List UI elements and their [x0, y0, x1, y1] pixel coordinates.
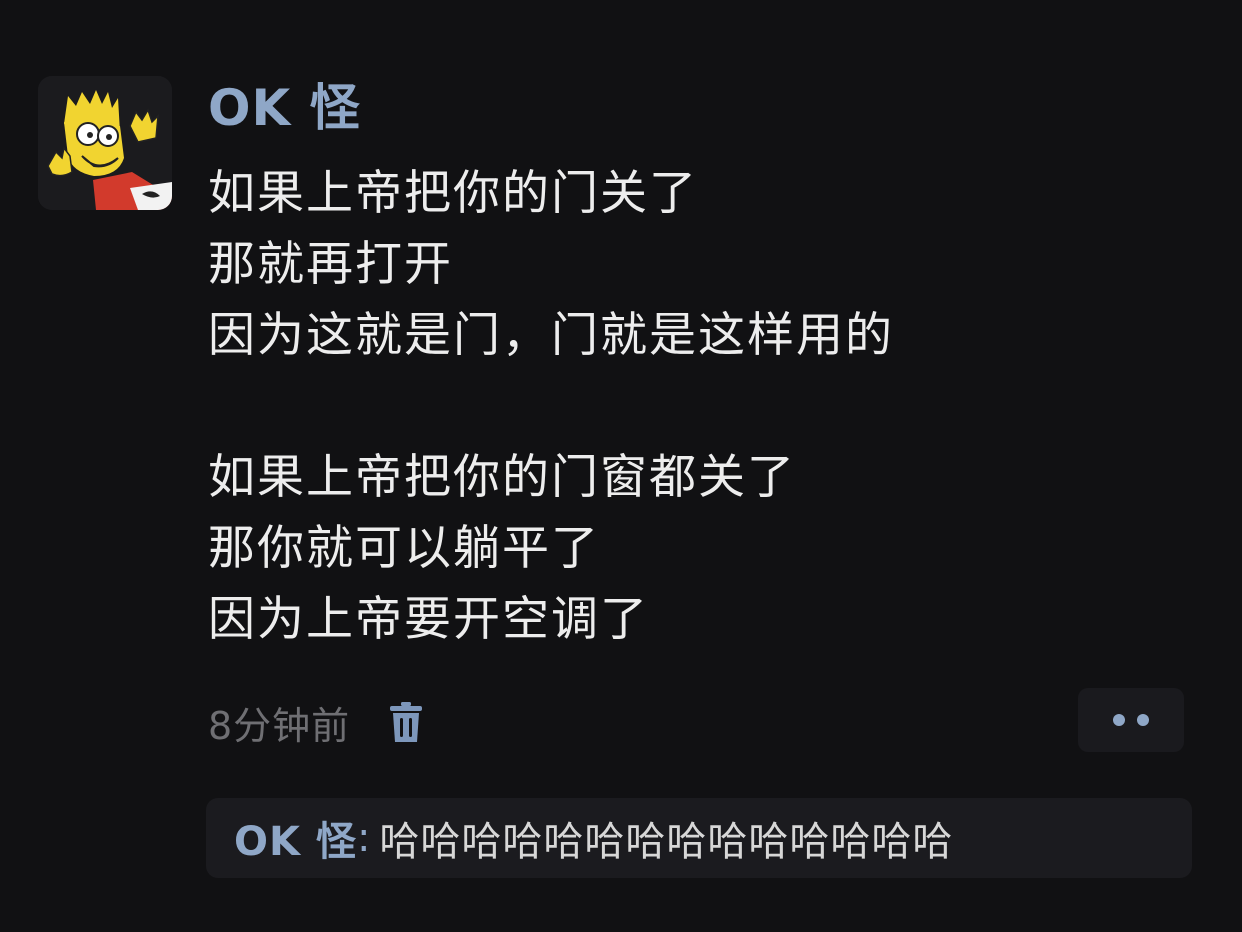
more-dots-icon: [1113, 714, 1125, 726]
post-line: 如果上帝把你的门窗都关了: [208, 450, 796, 505]
post-text: 如果上帝把你的门关了 那就再打开 因为这就是门，门就是这样用的 如果上帝把你的门…: [208, 158, 1208, 655]
more-dots-icon: [1137, 714, 1149, 726]
post-author[interactable]: OK 怪: [208, 76, 361, 140]
post-line: 那你就可以躺平了: [208, 521, 600, 576]
post-line: 因为上帝要开空调了: [208, 592, 649, 647]
moment-screen: OK 怪 如果上帝把你的门关了 那就再打开 因为这就是门，门就是这样用的 如果上…: [0, 0, 1242, 932]
more-options-button[interactable]: [1078, 688, 1184, 752]
comment-text: 哈哈哈哈哈哈哈哈哈哈哈哈哈哈: [379, 819, 954, 865]
post-line: 如果上帝把你的门关了: [208, 166, 698, 221]
trash-icon[interactable]: [386, 699, 426, 745]
comment-separator: :: [356, 815, 372, 861]
post-line: 因为这就是门，门就是这样用的: [208, 308, 894, 363]
comment-item[interactable]: OK 怪 : 哈哈哈哈哈哈哈哈哈哈哈哈哈哈: [206, 798, 1192, 878]
cartoon-avatar-icon: [38, 76, 172, 210]
comment-author[interactable]: OK 怪: [234, 809, 357, 867]
post-meta: 8分钟前: [208, 694, 426, 750]
post-line: 那就再打开: [208, 237, 453, 292]
post-time: 8分钟前: [208, 703, 351, 748]
avatar[interactable]: [38, 76, 172, 210]
